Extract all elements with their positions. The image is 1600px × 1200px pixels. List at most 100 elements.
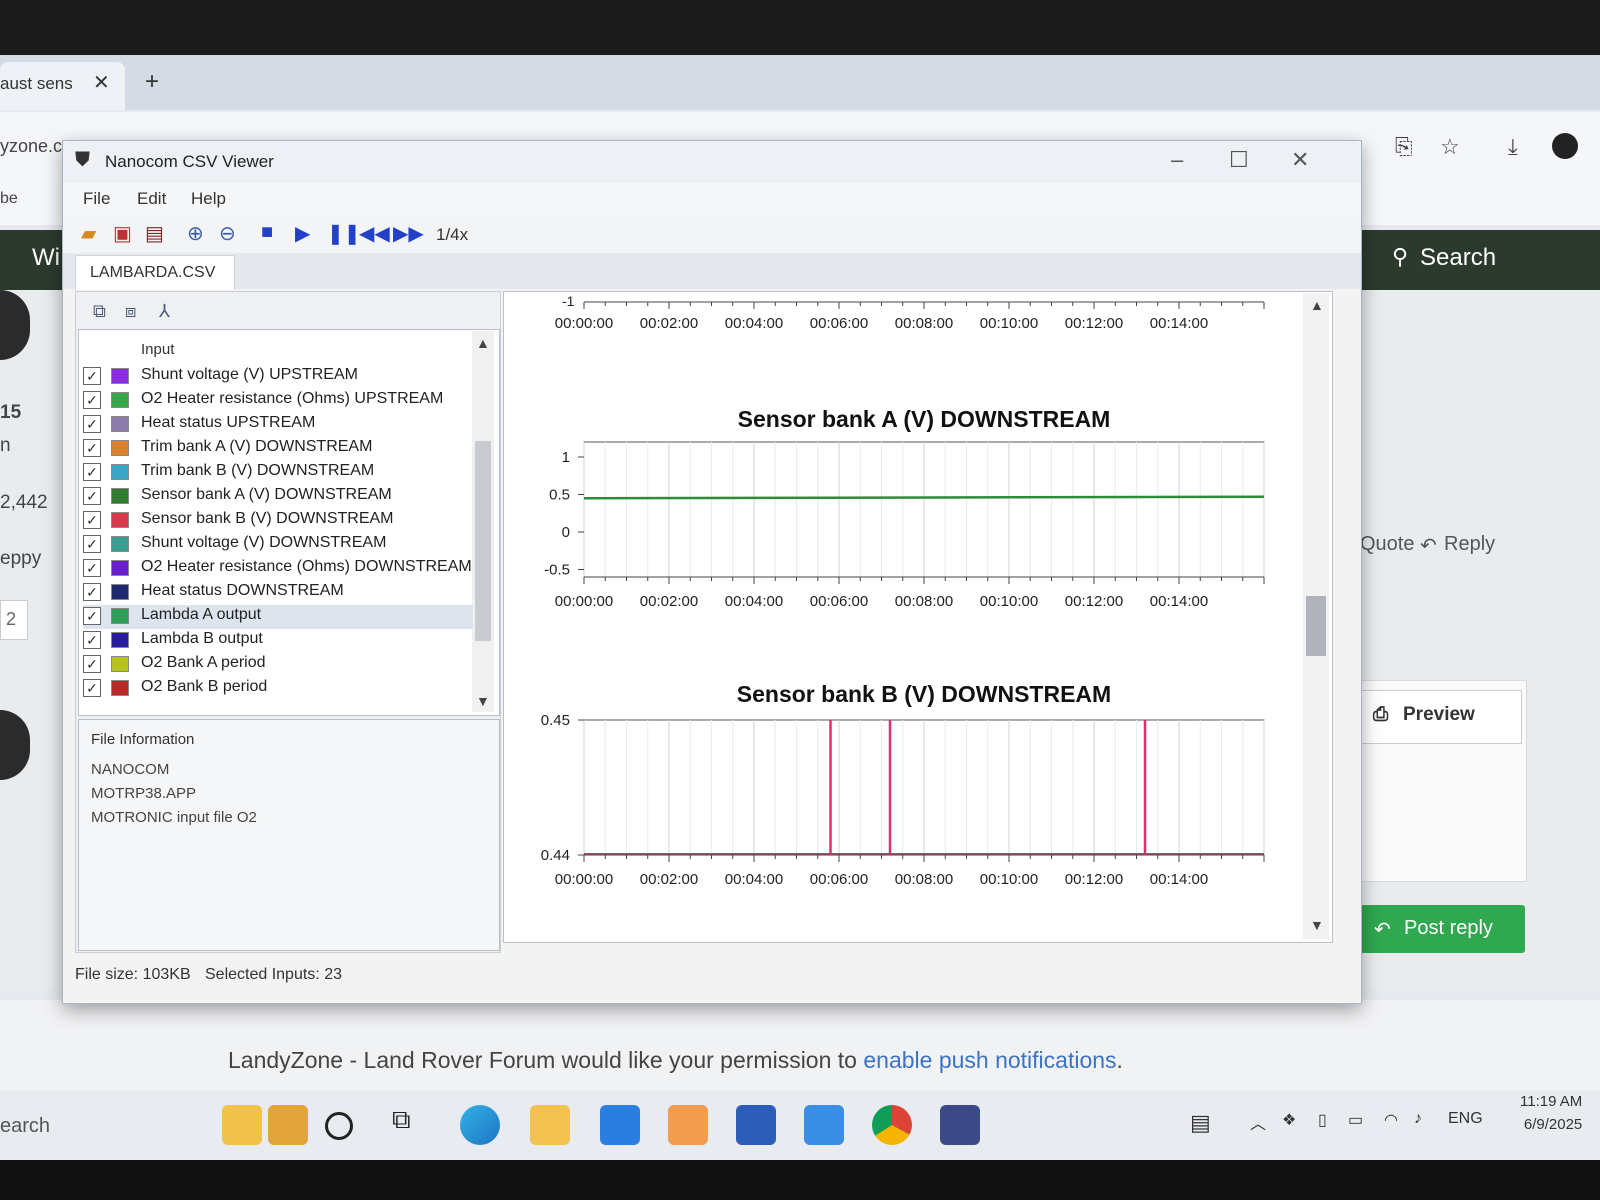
color-swatch[interactable] (111, 416, 129, 432)
install-app-icon[interactable]: ⎘ (1395, 134, 1413, 160)
menu-edit[interactable]: Edit (137, 189, 166, 209)
open-folder-icon[interactable]: ▰ (81, 221, 96, 246)
file-tab[interactable]: LAMBARDA.CSV (75, 255, 235, 290)
checkbox[interactable]: ✓ (83, 463, 101, 481)
wifi-icon[interactable]: ◠ (1384, 1110, 1398, 1130)
list-item[interactable]: ✓ Heat status DOWNSTREAM (83, 581, 473, 605)
color-swatch[interactable] (111, 656, 129, 672)
color-swatch[interactable] (111, 512, 129, 528)
file-icon[interactable] (222, 1105, 262, 1145)
play-icon[interactable]: ▶ (295, 221, 310, 246)
color-swatch[interactable] (111, 560, 129, 576)
download-icon[interactable]: ⤓ (1508, 134, 1518, 160)
color-swatch[interactable] (111, 632, 129, 648)
volume-icon[interactable]: ♪ (1414, 1110, 1422, 1128)
media-player-icon[interactable] (668, 1105, 708, 1145)
scroll-up-icon[interactable]: ▲ (476, 335, 490, 351)
input-column-header[interactable]: Input (141, 341, 174, 358)
task-view-icon[interactable]: ⧉ (392, 1104, 411, 1136)
fast-forward-icon[interactable]: ▶▶ (393, 221, 424, 246)
enable-push-link[interactable]: enable push notifications (863, 1047, 1116, 1073)
playback-speed[interactable]: 1/4x (436, 225, 468, 245)
checkbox[interactable]: ✓ (83, 655, 101, 673)
post-reply-button[interactable]: ↶ Post reply (1360, 905, 1525, 953)
checkbox[interactable]: ✓ (83, 559, 101, 577)
color-swatch[interactable] (111, 464, 129, 480)
checkbox[interactable]: ✓ (83, 511, 101, 529)
language-indicator[interactable]: ENG (1448, 1110, 1483, 1128)
list-item[interactable]: ✓ Sensor bank B (V) DOWNSTREAM (83, 509, 473, 533)
list-item[interactable]: ✓ Lambda B output (83, 629, 473, 653)
forum-nav-item[interactable]: Wi (32, 244, 60, 272)
close-button[interactable]: ✕ (1291, 147, 1309, 173)
checkbox[interactable]: ✓ (83, 367, 101, 385)
rewind-icon[interactable]: ◀◀ (359, 221, 390, 246)
export-icon[interactable]: ▤ (145, 221, 164, 246)
package-icon[interactable] (268, 1105, 308, 1145)
tree-icon[interactable]: ⅄ (159, 301, 170, 322)
list-item[interactable]: ✓ Lambda A output (83, 605, 473, 629)
mail-icon[interactable] (804, 1105, 844, 1145)
reply-button[interactable]: Reply (1444, 533, 1495, 556)
checkbox[interactable]: ✓ (83, 439, 101, 457)
checkbox[interactable]: ✓ (83, 535, 101, 553)
scroll-down-icon[interactable]: ▼ (1310, 917, 1324, 933)
color-swatch[interactable] (111, 368, 129, 384)
page-number[interactable]: 2 (0, 600, 28, 640)
scroll-up-icon[interactable]: ▲ (1310, 297, 1324, 313)
color-swatch[interactable] (111, 536, 129, 552)
list-item[interactable]: ✓ O2 Heater resistance (Ohms) DOWNSTREAM (83, 557, 473, 581)
list-item[interactable]: ✓ Trim bank A (V) DOWNSTREAM (83, 437, 473, 461)
todo-icon[interactable] (736, 1105, 776, 1145)
zoom-out-icon[interactable]: ⊖ (219, 221, 236, 246)
menu-help[interactable]: Help (191, 189, 226, 209)
expand-all-icon[interactable]: ⧉ (93, 301, 106, 322)
profile-avatar[interactable] (1552, 133, 1578, 159)
news-icon[interactable]: ▤ (1190, 1110, 1211, 1136)
close-icon[interactable]: ✕ (93, 70, 110, 95)
color-swatch[interactable] (111, 608, 129, 624)
device-icon[interactable]: ▯ (1318, 1110, 1327, 1130)
list-item[interactable]: ✓ Trim bank B (V) DOWNSTREAM (83, 461, 473, 485)
new-tab-button[interactable]: + (145, 68, 159, 96)
cortana-icon[interactable] (325, 1112, 353, 1140)
minimize-button[interactable]: – (1171, 147, 1183, 173)
collapse-all-icon[interactable]: ⧈ (125, 301, 136, 322)
input-list-scroll-thumb[interactable] (475, 441, 491, 641)
pause-icon[interactable]: ❚❚ (327, 221, 361, 246)
checkbox[interactable]: ✓ (83, 487, 101, 505)
color-swatch[interactable] (111, 488, 129, 504)
checkbox[interactable]: ✓ (83, 607, 101, 625)
star-icon[interactable]: ☆ (1440, 134, 1460, 160)
chart-scroll-thumb[interactable] (1306, 596, 1326, 656)
list-item[interactable]: ✓ Sensor bank A (V) DOWNSTREAM (83, 485, 473, 509)
scroll-down-icon[interactable]: ▼ (476, 693, 490, 709)
checkbox[interactable]: ✓ (83, 583, 101, 601)
stop-icon[interactable]: ■ (261, 221, 273, 244)
checkbox[interactable]: ✓ (83, 679, 101, 697)
clock[interactable]: 11:19 AM 6/9/2025 (1520, 1093, 1582, 1133)
checkbox[interactable]: ✓ (83, 415, 101, 433)
chevron-up-icon[interactable]: ︿ (1250, 1110, 1266, 1134)
list-item[interactable]: ✓ O2 Bank B period (83, 677, 473, 701)
list-item[interactable]: ✓ Shunt voltage (V) UPSTREAM (83, 365, 473, 389)
dropbox-icon[interactable]: ❖ (1282, 1110, 1296, 1130)
list-item[interactable]: ✓ O2 Bank A period (83, 653, 473, 677)
color-swatch[interactable] (111, 584, 129, 600)
list-item[interactable]: ✓ Shunt voltage (V) DOWNSTREAM (83, 533, 473, 557)
color-swatch[interactable] (111, 680, 129, 696)
preview-button[interactable]: ⎙ Preview (1360, 690, 1522, 744)
file-explorer-icon[interactable] (530, 1105, 570, 1145)
quote-button[interactable]: Quote (1360, 533, 1414, 556)
nanocom-app-icon[interactable] (940, 1105, 980, 1145)
maximize-button[interactable]: ☐ (1229, 147, 1249, 173)
bookmark-item[interactable]: be (0, 190, 18, 208)
zoom-in-icon[interactable]: ⊕ (187, 221, 204, 246)
color-swatch[interactable] (111, 440, 129, 456)
color-swatch[interactable] (111, 392, 129, 408)
chrome-icon[interactable] (872, 1105, 912, 1145)
menu-file[interactable]: File (83, 189, 110, 209)
store-icon[interactable] (600, 1105, 640, 1145)
edge-icon[interactable] (460, 1105, 500, 1145)
forum-search-button[interactable]: Search (1420, 244, 1496, 272)
